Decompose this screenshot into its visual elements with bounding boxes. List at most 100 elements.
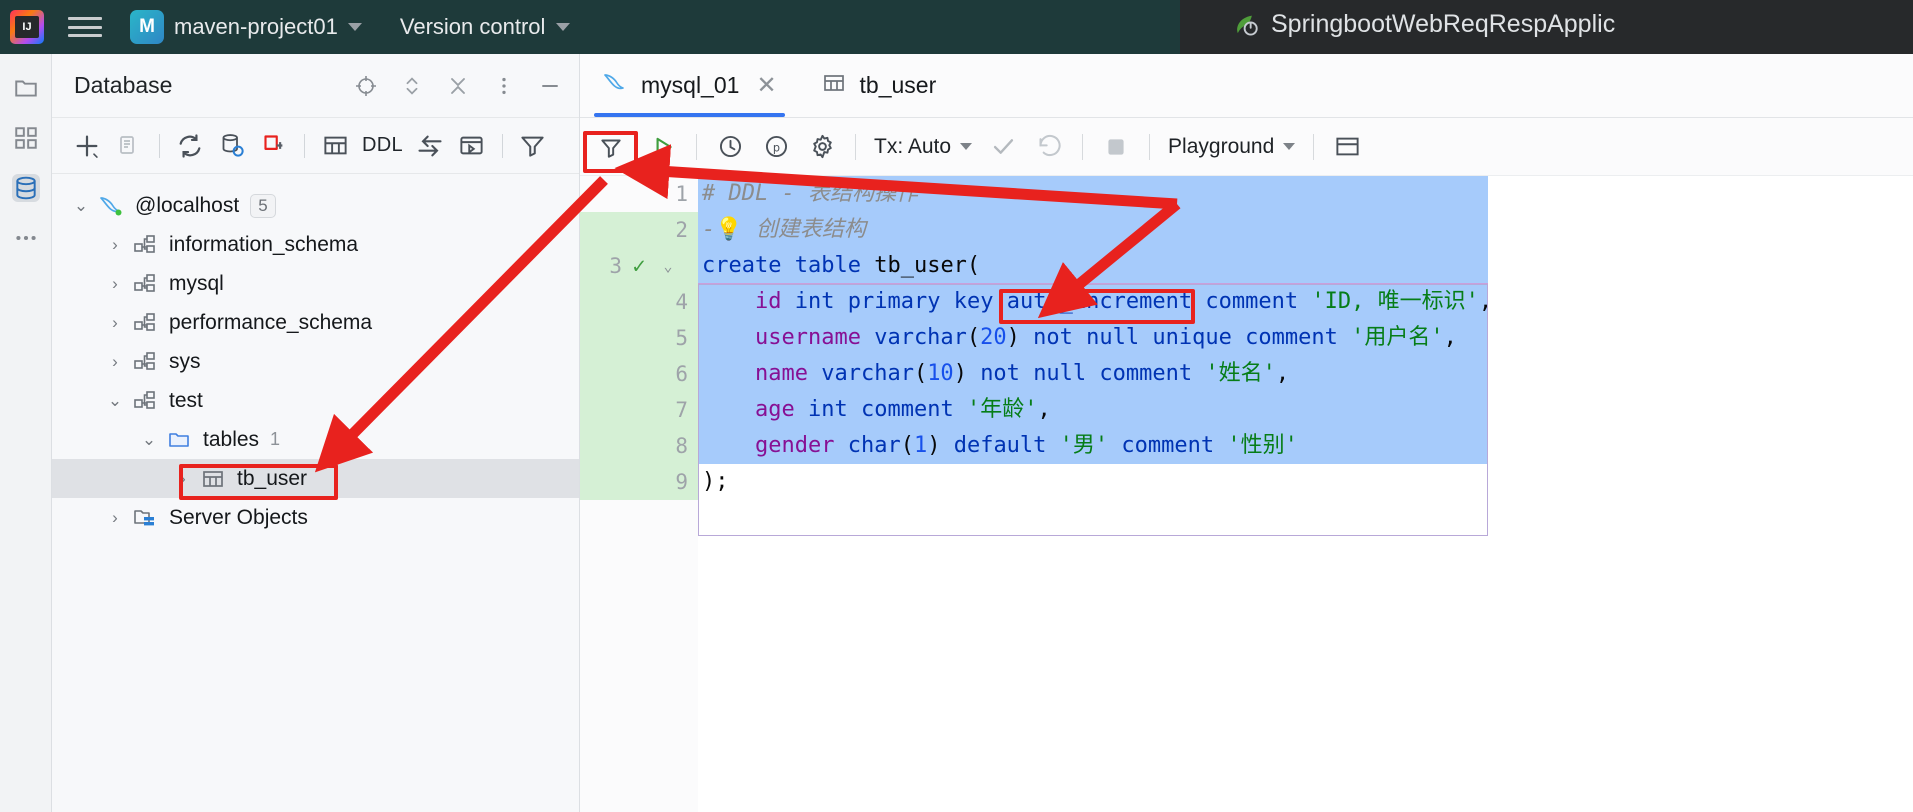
tab-mysql_01[interactable]: mysql_01 ✕ [580, 54, 799, 117]
schema-icon [130, 350, 160, 374]
gear-icon[interactable] [799, 126, 845, 168]
code-token: gender [754, 433, 835, 458]
tree-item-sys[interactable]: › sys [52, 342, 579, 381]
project-selector[interactable]: M maven-project01 [130, 10, 362, 44]
tab-tb_user[interactable]: tb_user [799, 54, 959, 117]
chevron-right-icon[interactable]: › [100, 313, 130, 333]
close-icon[interactable]: ✕ [756, 71, 776, 100]
code-token: unique [1152, 325, 1232, 350]
commit-check-icon[interactable] [980, 126, 1026, 168]
refresh-button[interactable] [169, 127, 211, 165]
tree-item-label: tables [203, 427, 260, 451]
run-configuration-selector[interactable]: SpringbootWebReqRespApplic [1232, 10, 1615, 39]
tree-item-tables[interactable]: ⌄ tables 1 [52, 420, 579, 459]
duplicate-button[interactable] [108, 127, 150, 165]
history-clock-icon[interactable] [707, 126, 753, 168]
code-line: -💡 创建表结构 [698, 212, 1913, 248]
tab-label: mysql_01 [641, 72, 740, 98]
code-text-area[interactable]: # DDL - 表结构操作 -💡 创建表结构 create table tb_use… [698, 176, 1913, 812]
sql-editor[interactable]: 1 2 3 ✓ ⌄ 4 5 6 7 8 9 # DDL - 表结构操作 -💡 创… [580, 176, 1913, 812]
open-console-button[interactable] [451, 127, 493, 165]
hide-panel-icon[interactable] [537, 73, 563, 99]
collapse-all-icon[interactable] [445, 73, 471, 99]
ddl-button[interactable]: DDL [356, 134, 409, 157]
chevron-right-icon[interactable]: › [100, 352, 130, 372]
tree-item-information_schema[interactable]: › information_schema [52, 225, 579, 264]
chevron-down-icon [556, 23, 571, 31]
execute-button[interactable] [640, 126, 686, 168]
options-menu-icon[interactable] [491, 73, 517, 99]
code-token: 10 [927, 361, 954, 386]
chevron-down-icon[interactable]: ⌄ [66, 196, 96, 216]
code-token: tb_user( [860, 253, 981, 278]
tree-item-tb_user[interactable]: › tb_user [52, 459, 579, 498]
tree-item-localhost[interactable]: ⌄ @localhost 5 [52, 186, 579, 225]
database-icon[interactable] [11, 174, 40, 202]
lightbulb-icon: 💡 [715, 217, 743, 242]
project-name-label: maven-project01 [174, 14, 338, 39]
tree-item-mysql[interactable]: › mysql [52, 264, 579, 303]
toolbar-separator [304, 133, 305, 158]
code-token: comment [1099, 361, 1193, 386]
editor-gutter[interactable]: 1 2 3 ✓ ⌄ 4 5 6 7 8 9 [580, 176, 698, 812]
line-number: 8 [675, 434, 688, 458]
tree-item-performance_schema[interactable]: › performance_schema [52, 303, 579, 342]
project-files-icon[interactable] [12, 74, 40, 102]
line-number: 7 [675, 398, 688, 422]
schema-icon [130, 389, 160, 413]
chevron-right-icon[interactable]: › [100, 235, 130, 255]
parameters-p-icon[interactable]: p [753, 126, 799, 168]
tree-item-test[interactable]: ⌄ test [52, 381, 579, 420]
code-token: , [1478, 289, 1493, 314]
chevron-down-icon [1283, 143, 1296, 150]
expand-collapse-icon[interactable] [399, 73, 425, 99]
jump-to-table-button[interactable] [314, 127, 356, 165]
filter-button[interactable] [512, 127, 554, 165]
chevron-down-icon[interactable]: ⌄ [100, 391, 130, 411]
statement-boundary-line [698, 283, 1488, 284]
rollback-icon[interactable] [1026, 126, 1072, 168]
scroll-from-source-icon[interactable] [353, 73, 379, 99]
hamburger-menu-icon[interactable] [68, 14, 102, 40]
code-line: create table tb_user( [698, 248, 1913, 284]
folder-icon [164, 428, 194, 452]
chevron-right-icon[interactable]: › [168, 469, 198, 489]
more-tool-windows-icon[interactable] [12, 224, 40, 252]
server-objects-icon [130, 506, 160, 530]
grid-view-icon[interactable] [1324, 126, 1370, 168]
add-data-source-button[interactable] [66, 127, 108, 165]
chevron-right-icon[interactable]: › [100, 508, 130, 528]
filter-icon[interactable] [588, 126, 634, 168]
tree-item-label: tb_user [237, 466, 308, 490]
stop-square-icon[interactable] [1093, 126, 1139, 168]
schema-icon [130, 272, 160, 296]
gutter-line: 2 [580, 212, 698, 248]
version-control-menu[interactable]: Version control [400, 14, 571, 40]
line-number: 6 [675, 362, 688, 386]
transaction-mode-label: Tx: Auto [874, 134, 952, 158]
code-token: name [754, 361, 808, 386]
schema-icon [130, 311, 160, 335]
tree-item-server-objects[interactable]: › Server Objects [52, 498, 579, 537]
structure-icon[interactable] [12, 124, 40, 152]
chevron-down-icon[interactable]: ⌄ [134, 430, 164, 450]
data-transfer-button[interactable] [409, 127, 451, 165]
chevron-right-icon[interactable]: › [100, 274, 130, 294]
chevron-down-icon [347, 23, 362, 31]
toolbar-separator [501, 133, 503, 158]
toolbar-separator [1082, 133, 1084, 160]
transaction-mode-selector[interactable]: Tx: Auto [866, 135, 980, 159]
data-source-properties-button[interactable] [211, 127, 253, 165]
code-token: '男' [1059, 433, 1109, 458]
chevron-down-icon[interactable]: ⌄ [656, 257, 680, 275]
title-bar: M maven-project01 Version control Spring… [0, 0, 1913, 54]
disconnect-button[interactable] [253, 127, 295, 165]
schema-selector[interactable]: Playground [1160, 135, 1303, 159]
code-token: '性别' [1227, 433, 1298, 458]
